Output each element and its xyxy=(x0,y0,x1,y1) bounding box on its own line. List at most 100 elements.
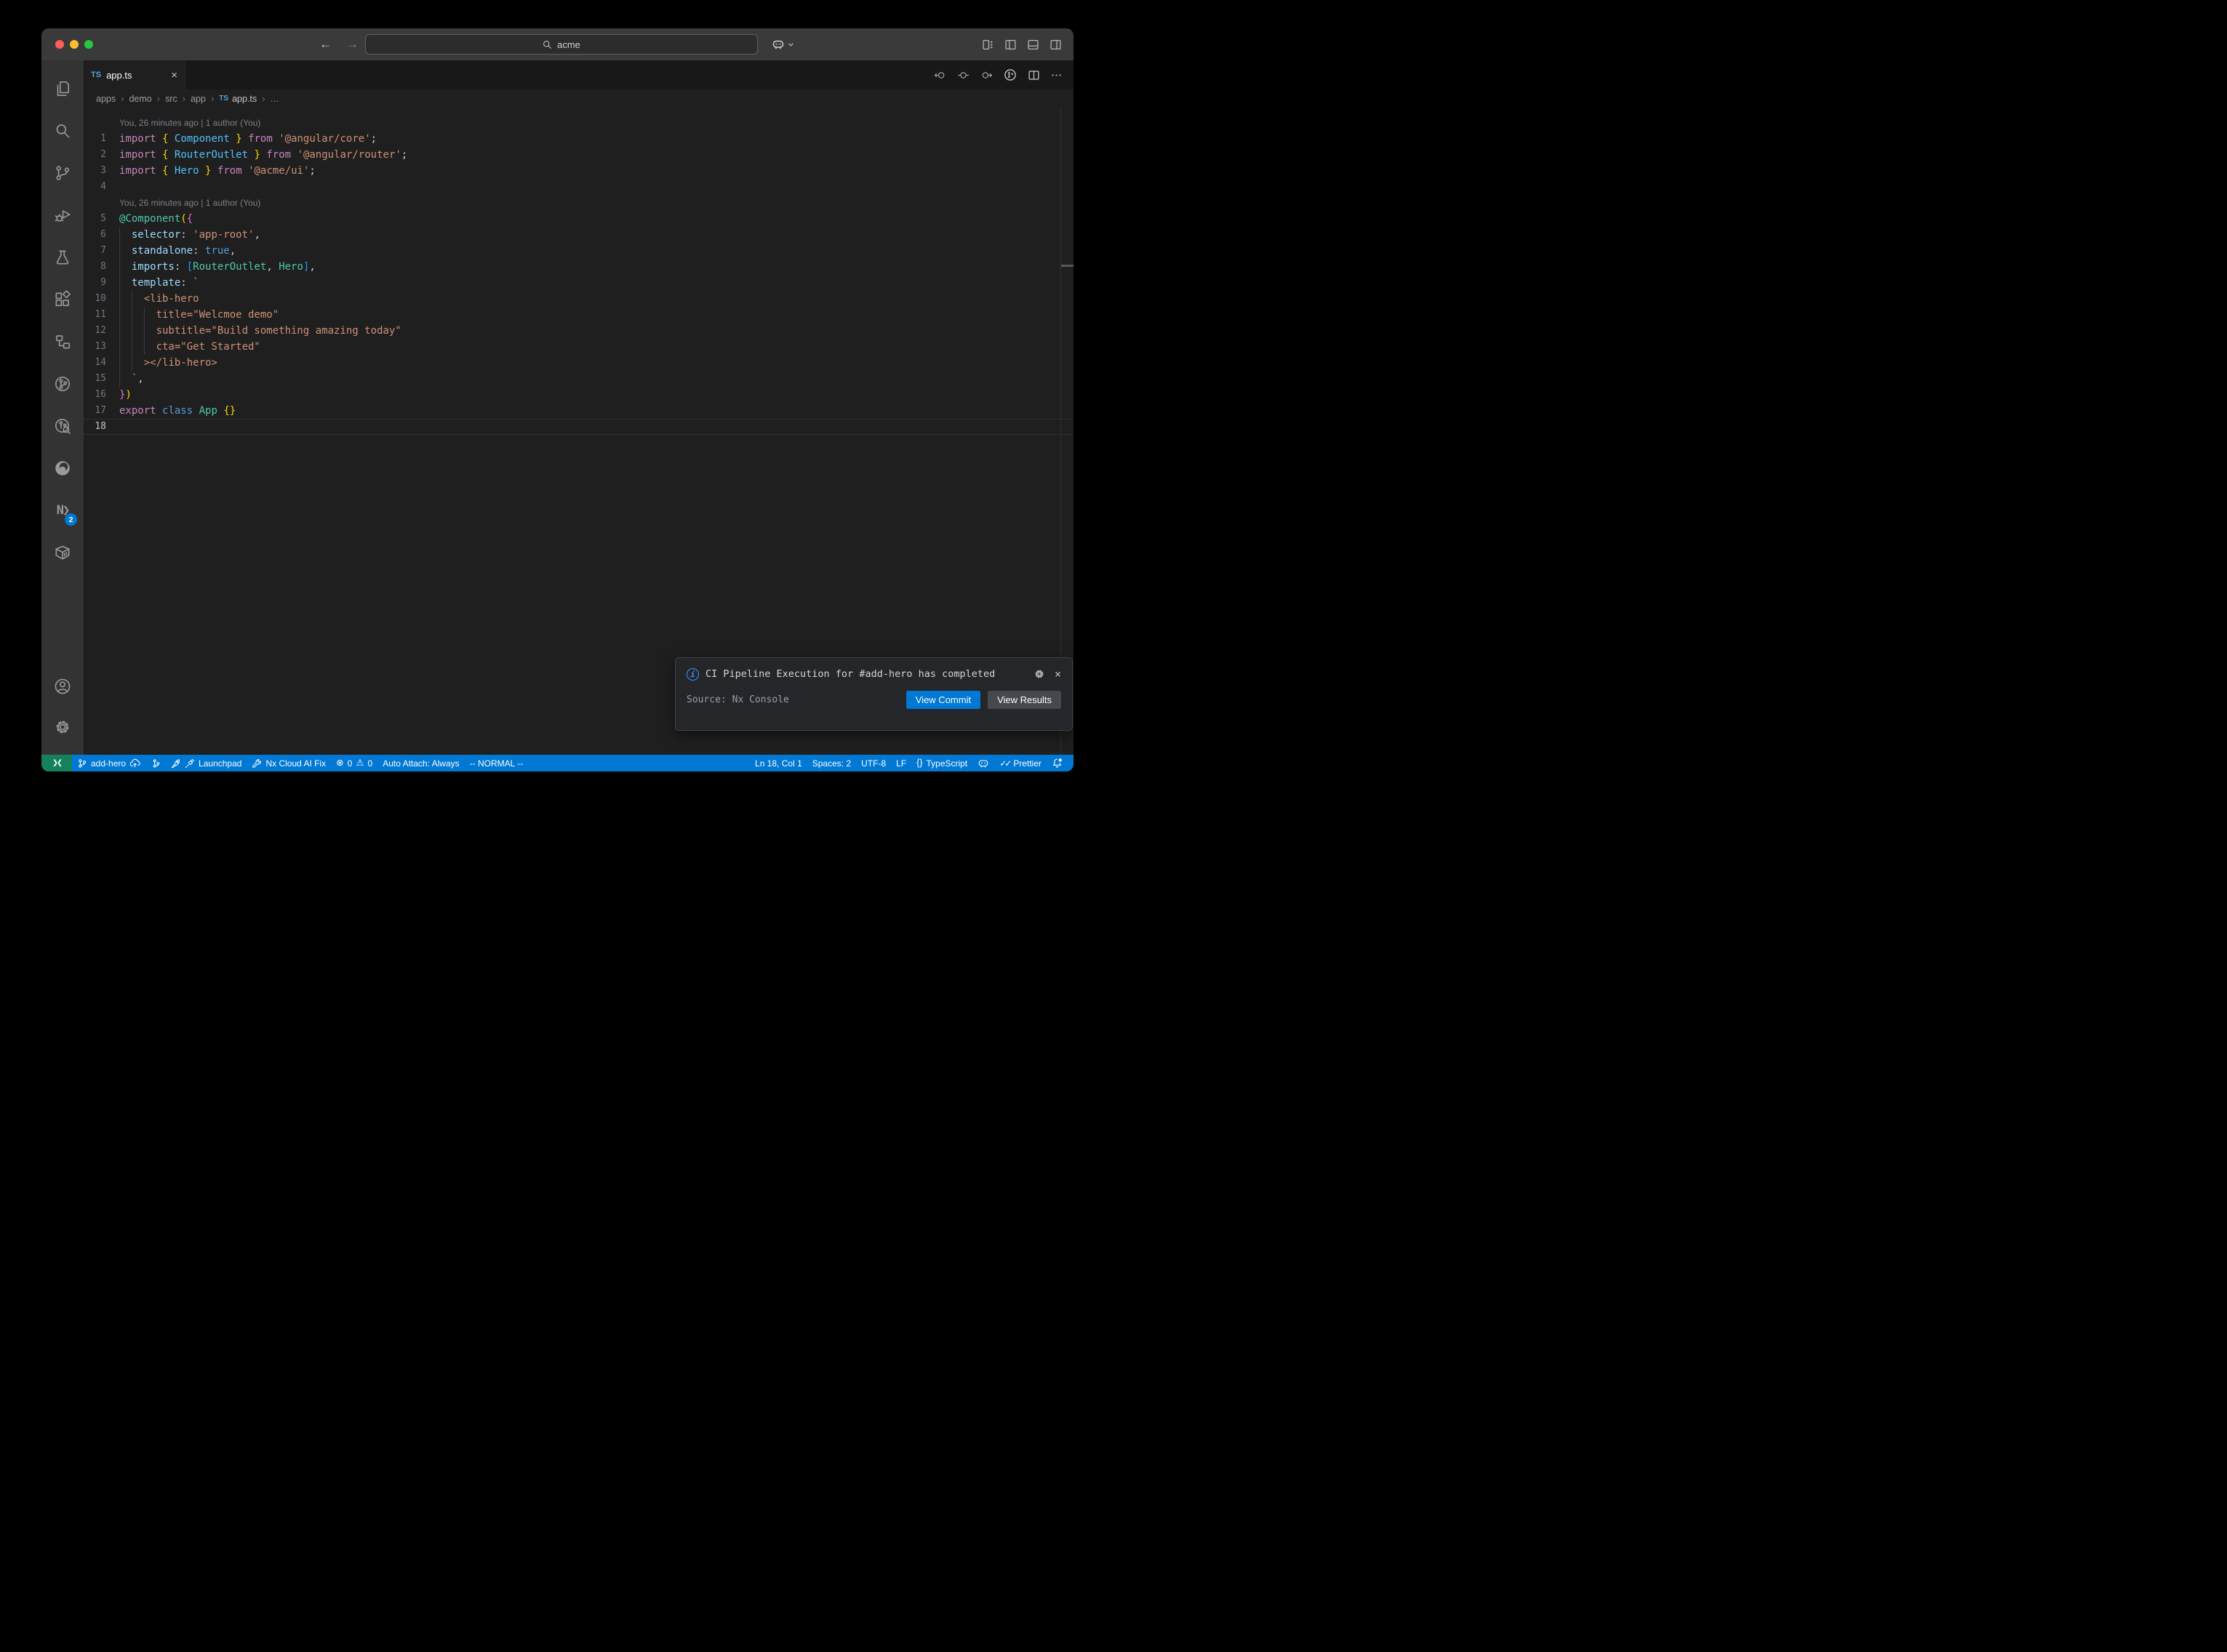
split-editor-icon[interactable] xyxy=(1028,69,1040,81)
code-editor[interactable]: You, 26 minutes ago | 1 author (You)1imp… xyxy=(84,108,1073,755)
breadcrumb-item[interactable]: app xyxy=(191,94,206,104)
search-icon xyxy=(543,40,552,49)
toggle-secondary-sidebar-icon[interactable] xyxy=(1049,39,1062,51)
statusbar-notifications[interactable] xyxy=(1047,755,1068,771)
more-actions-icon[interactable]: ⋯ xyxy=(1051,68,1063,81)
indent-guide xyxy=(119,323,120,339)
files-icon xyxy=(53,79,72,98)
statusbar-formatter[interactable]: ✓✓ Prettier xyxy=(994,755,1047,771)
statusbar-commit-graph[interactable] xyxy=(145,755,166,771)
code-line-17[interactable]: 17export class App {} xyxy=(84,403,1073,419)
view-results-button[interactable]: View Results xyxy=(988,691,1061,709)
activity-gitlens-inspect[interactable] xyxy=(45,405,80,447)
statusbar-copilot[interactable] xyxy=(972,755,994,771)
view-commit-button[interactable]: View Commit xyxy=(906,691,980,709)
desktop: ← → acme xyxy=(0,0,1114,826)
remote-indicator[interactable]: ❯❮ xyxy=(41,755,72,771)
account-icon xyxy=(53,677,72,696)
activity-edge-browser[interactable] xyxy=(45,447,80,489)
code-line-9[interactable]: 9 template: ` xyxy=(84,275,1073,291)
breadcrumb-item[interactable]: demo xyxy=(129,94,151,104)
breadcrumb-separator: › xyxy=(121,93,124,104)
code-line-13[interactable]: 13 cta="Get Started" xyxy=(84,339,1073,355)
code-line-18[interactable]: 18 xyxy=(84,419,1073,435)
info-icon: i xyxy=(687,668,699,681)
activity-testing[interactable] xyxy=(45,236,80,278)
code-line-7[interactable]: 7 standalone: true, xyxy=(84,243,1073,259)
indent-guide xyxy=(119,371,120,387)
toggle-panel-icon[interactable] xyxy=(1027,39,1039,51)
statusbar-cursor-position[interactable]: Ln 18, Col 1 xyxy=(750,755,807,771)
breadcrumb-separator: › xyxy=(157,93,160,104)
activity-containers[interactable] xyxy=(45,532,80,574)
activity-gitlens[interactable] xyxy=(45,363,80,405)
code-line-16[interactable]: 16}) xyxy=(84,387,1073,403)
accounts-button[interactable] xyxy=(45,669,80,704)
blame-annotation: You, 26 minutes ago | 1 author (You) xyxy=(84,195,1073,211)
code-line-11[interactable]: 11 title="Welcmoe demo" xyxy=(84,307,1073,323)
code-line-2[interactable]: 2import { RouterOutlet } from '@angular/… xyxy=(84,147,1073,163)
code-line-14[interactable]: 14 ></lib-hero> xyxy=(84,355,1073,371)
statusbar-problems[interactable]: ⊗ 0 ⚠ 0 xyxy=(331,755,377,771)
indent-guide xyxy=(119,227,120,243)
previous-change-icon[interactable] xyxy=(934,69,946,81)
forward-button[interactable]: → xyxy=(346,37,359,52)
statusbar-encoding[interactable]: UTF-8 xyxy=(856,755,891,771)
code-line-5[interactable]: 5@Component({ xyxy=(84,211,1073,227)
customize-layout-icon[interactable] xyxy=(982,39,994,51)
activity-search[interactable] xyxy=(45,110,80,152)
next-change-icon[interactable] xyxy=(980,69,993,81)
tab-close-icon[interactable]: × xyxy=(171,69,177,81)
code-line-3[interactable]: 3import { Hero } from '@acme/ui'; xyxy=(84,163,1073,179)
statusbar-branch[interactable]: add-hero xyxy=(72,755,145,771)
activity-run-debug[interactable] xyxy=(45,194,80,236)
commit-graph-icon xyxy=(151,758,161,769)
code-line-15[interactable]: 15 `, xyxy=(84,371,1073,387)
statusbar-auto-attach[interactable]: Auto Attach: Always xyxy=(377,755,464,771)
breadcrumb-item[interactable]: src xyxy=(165,94,177,104)
statusbar-nx-cloud-fix[interactable]: Nx Cloud AI Fix xyxy=(247,755,331,771)
minimize-window-button[interactable] xyxy=(70,40,79,49)
toggle-primary-sidebar-icon[interactable] xyxy=(1004,39,1017,51)
notification-settings-icon[interactable] xyxy=(1033,668,1045,680)
activity-extensions[interactable] xyxy=(45,278,80,321)
statusbar-indentation[interactable]: Spaces: 2 xyxy=(807,755,856,771)
code-line-6[interactable]: 6 selector: 'app-root', xyxy=(84,227,1073,243)
activity-source-control[interactable] xyxy=(45,152,80,194)
tab-bar: TS app.ts × ⋯ xyxy=(84,60,1073,89)
statusbar-language[interactable]: {} TypeScript xyxy=(911,755,972,771)
activity-references[interactable] xyxy=(45,321,80,363)
gitlens-graph-icon[interactable] xyxy=(1004,68,1017,81)
breadcrumb-tail[interactable]: … xyxy=(270,94,279,104)
command-center-search[interactable]: acme xyxy=(365,34,758,55)
activity-nx-console[interactable]: N❯ 2 xyxy=(45,489,80,532)
blame-annotation: You, 26 minutes ago | 1 author (You) xyxy=(84,115,1073,131)
statusbar-vim-mode[interactable]: -- NORMAL -- xyxy=(465,755,529,771)
maximize-window-button[interactable] xyxy=(84,40,93,49)
indent-guide xyxy=(119,307,120,323)
statusbar-eol[interactable]: LF xyxy=(891,755,911,771)
copilot-menu[interactable] xyxy=(772,28,794,60)
code-line-8[interactable]: 8 imports: [RouterOutlet, Hero], xyxy=(84,259,1073,275)
notification-close-icon[interactable]: × xyxy=(1055,667,1061,681)
code-line-1[interactable]: 1import { Component } from '@angular/cor… xyxy=(84,131,1073,147)
indent-guide xyxy=(119,259,120,275)
settings-button[interactable] xyxy=(45,710,80,745)
gitlens-icon xyxy=(53,374,72,393)
notification-source: Source: Nx Console xyxy=(687,694,906,705)
braces-icon: {} xyxy=(916,758,922,768)
editor-actions: ⋯ xyxy=(934,60,1073,89)
code-line-12[interactable]: 12 subtitle="Build something amazing tod… xyxy=(84,323,1073,339)
back-button[interactable]: ← xyxy=(319,37,332,52)
breadcrumb-file[interactable]: TS app.ts xyxy=(219,94,257,104)
change-marker-icon[interactable] xyxy=(957,69,969,81)
code-line-10[interactable]: 10 <lib-hero xyxy=(84,291,1073,307)
close-window-button[interactable] xyxy=(55,40,64,49)
breadcrumb-item[interactable]: apps xyxy=(96,94,116,104)
editor-group: TS app.ts × ⋯ apps › xyxy=(84,60,1073,755)
activity-explorer[interactable] xyxy=(45,68,80,110)
code-line-4[interactable]: 4 xyxy=(84,179,1073,195)
breadcrumb-separator: › xyxy=(183,93,185,104)
statusbar-launchpad[interactable]: Launchpad xyxy=(166,755,247,771)
tab-app-ts[interactable]: TS app.ts × xyxy=(84,60,185,89)
